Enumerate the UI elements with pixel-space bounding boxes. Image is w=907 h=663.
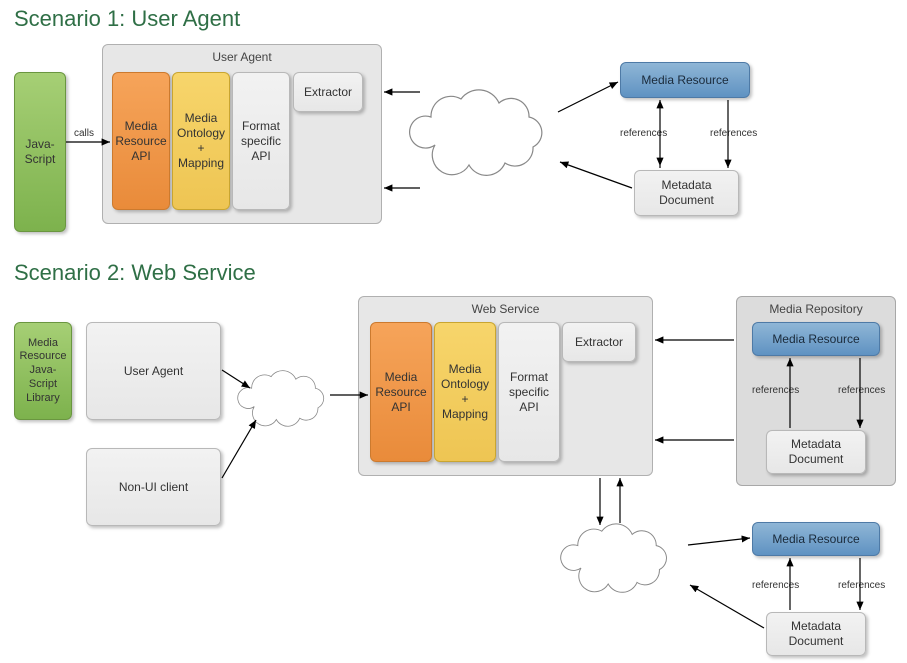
s2-media-resource-free: Media Resource [752,522,880,556]
s2-media-repository-panel-label: Media Repository [736,302,896,316]
s2-non-ui-client-box: Non-UI client [86,448,221,526]
s2-media-resource-repo: Media Resource [752,322,880,356]
s1-calls-label: calls [74,128,94,139]
s2-media-resource-api: Media Resource API [370,322,432,462]
s2-user-agent-box: User Agent [86,322,221,420]
s2-web-service-panel-label: Web Service [358,302,653,316]
s1-format-specific-api: Format specific API [232,72,290,210]
s1-user-agent-panel-label: User Agent [102,50,382,64]
scenario2-title: Scenario 2: Web Service [14,260,256,286]
s2-ref-repo-right: references [838,385,885,396]
s1-ref-left: references [620,128,667,139]
s2-ref-free-right: references [838,580,885,591]
s1-media-ontology-mapping: Media Ontology + Mapping [172,72,230,210]
s1-media-resource: Media Resource [620,62,750,98]
s2-js-library-box: Media Resource Java- Script Library [14,322,72,420]
s2-metadata-document-free: Metadata Document [766,612,866,656]
s1-metadata-document: Metadata Document [634,170,739,216]
s2-media-ontology-mapping: Media Ontology + Mapping [434,322,496,462]
s1-javascript-box: Java- Script [14,72,66,232]
s2-extractor: Extractor [562,322,636,362]
s2-ref-free-left: references [752,580,799,591]
s2-ref-repo-left: references [752,385,799,396]
s1-media-resource-api: Media Resource API [112,72,170,210]
s1-ref-right: references [710,128,757,139]
s1-extractor: Extractor [293,72,363,112]
scenario1-title: Scenario 1: User Agent [14,6,240,32]
s2-format-specific-api: Format specific API [498,322,560,462]
s2-metadata-document-repo: Metadata Document [766,430,866,474]
